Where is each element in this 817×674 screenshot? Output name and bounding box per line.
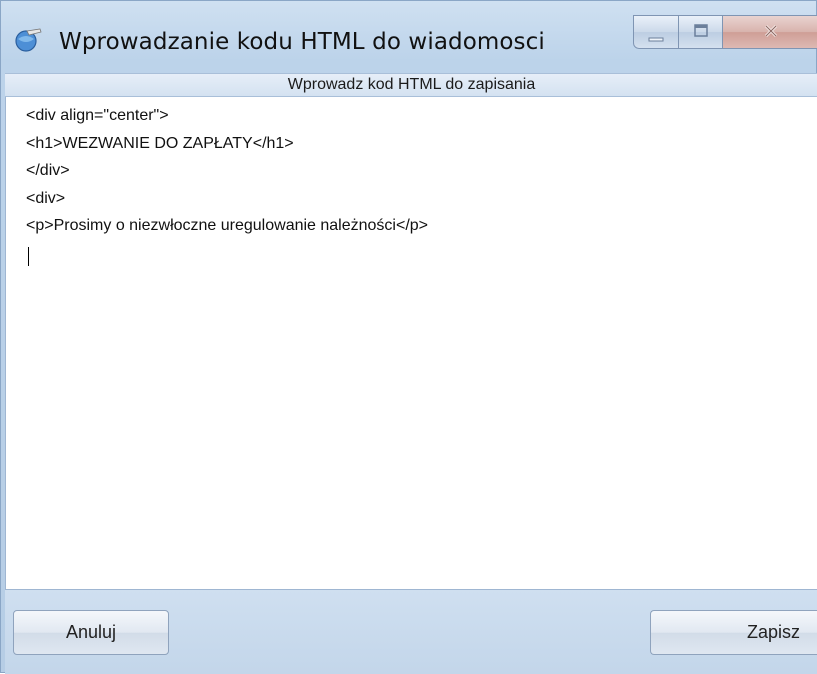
maximize-button[interactable]	[679, 15, 723, 49]
minimize-button[interactable]	[633, 15, 679, 49]
maximize-icon	[679, 24, 722, 43]
button-bar: Anuluj Zapisz	[5, 589, 817, 674]
instruction-header: Wprowadz kod HTML do zapisania	[5, 73, 817, 97]
html-code-textarea[interactable]: <div align="center"> <h1>WEZWANIE DO ZAP…	[5, 97, 817, 589]
code-line: </div>	[26, 162, 70, 179]
dialog-window: Wprowadzanie kodu HTML do wiadomosci Wpr…	[0, 0, 817, 674]
close-icon	[723, 23, 817, 44]
cancel-button[interactable]: Anuluj	[13, 610, 169, 655]
code-line: <p>Prosimy o niezwłoczne uregulowanie na…	[26, 217, 429, 234]
code-line: <div align="center">	[26, 107, 169, 124]
window-controls	[633, 15, 817, 53]
title-bar[interactable]: Wprowadzanie kodu HTML do wiadomosci	[1, 1, 817, 73]
text-caret	[28, 247, 29, 266]
close-button[interactable]	[723, 15, 817, 49]
code-line: <h1>WEZWANIE DO ZAPŁATY</h1>	[26, 135, 294, 152]
minimize-icon	[634, 30, 678, 48]
window-title: Wprowadzanie kodu HTML do wiadomosci	[59, 29, 545, 55]
code-line: <div>	[26, 190, 66, 207]
save-button[interactable]: Zapisz	[650, 610, 817, 655]
globe-edit-icon	[13, 27, 43, 53]
